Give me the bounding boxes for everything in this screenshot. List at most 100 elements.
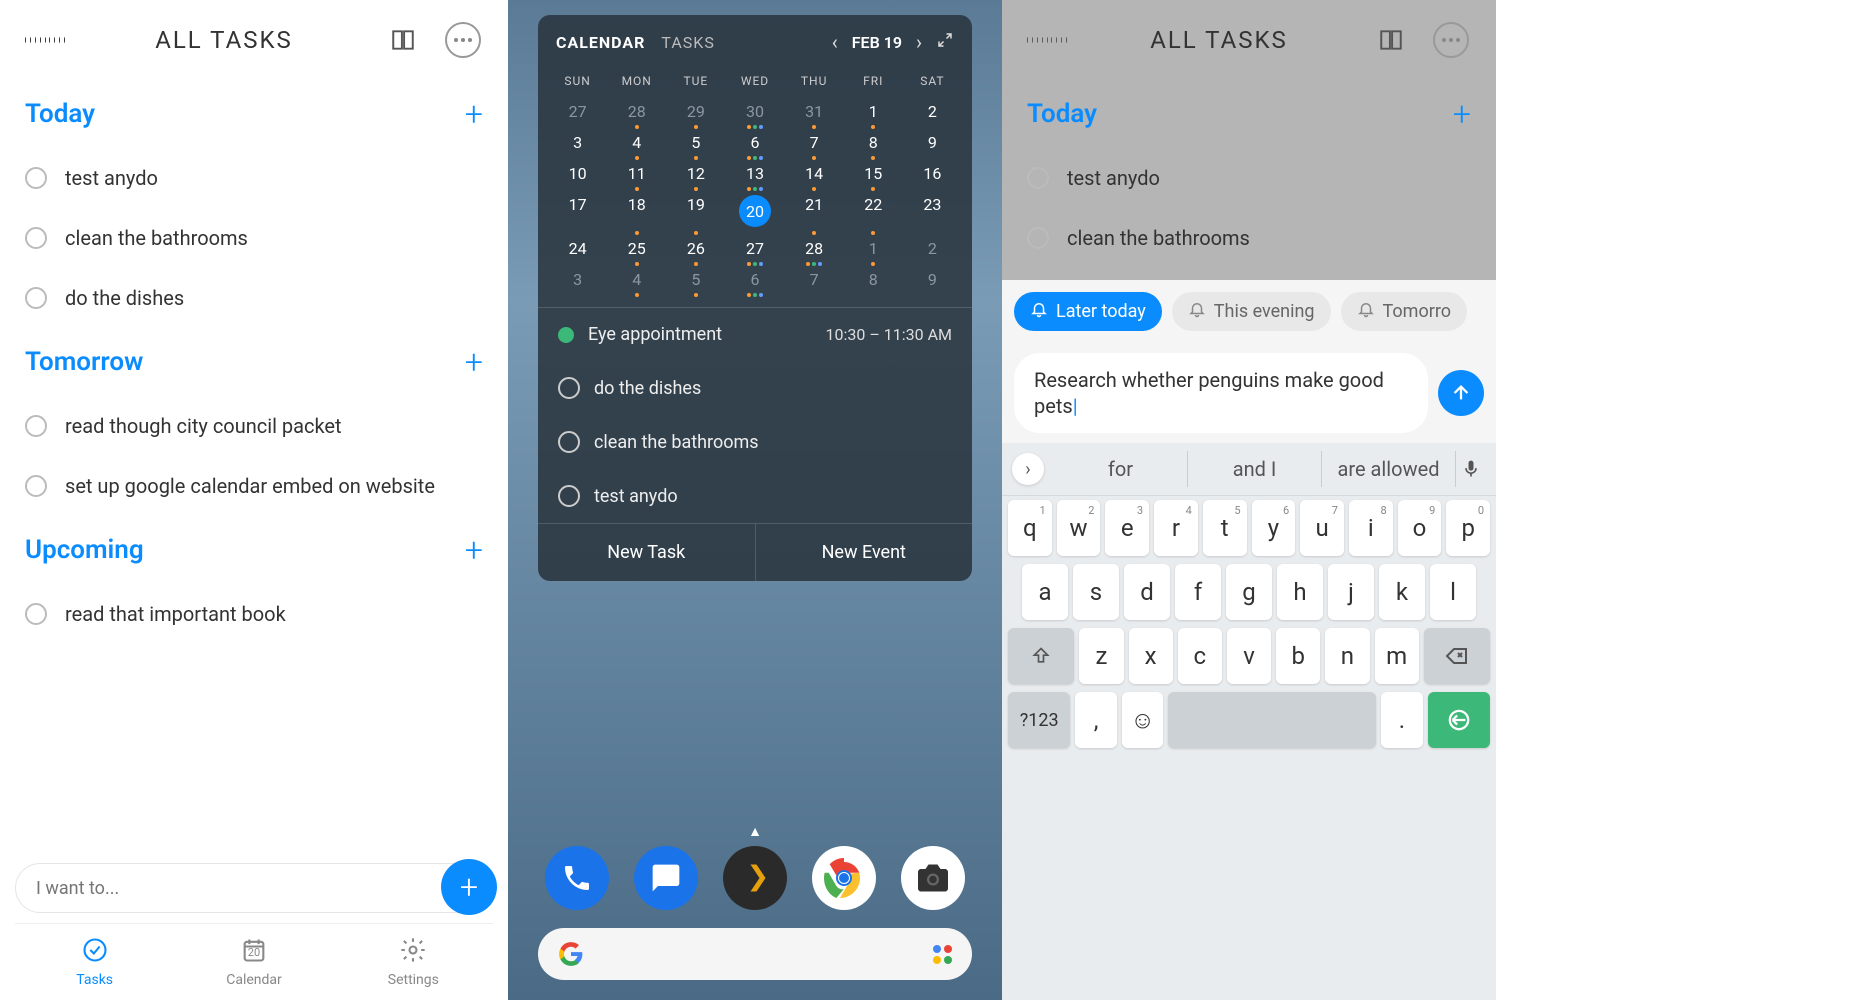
symbols-key[interactable]: ?123 xyxy=(1008,692,1070,748)
day-cell[interactable]: 21 xyxy=(785,189,844,233)
day-cell[interactable]: 6 xyxy=(725,264,784,295)
key-y[interactable]: y6 xyxy=(1252,500,1296,556)
day-cell[interactable]: 27 xyxy=(548,96,607,127)
task-item[interactable]: test anydo xyxy=(25,148,483,208)
key-u[interactable]: u7 xyxy=(1300,500,1344,556)
day-cell[interactable]: 20 xyxy=(725,189,784,233)
plex-app-icon[interactable] xyxy=(723,846,787,910)
key-w[interactable]: w2 xyxy=(1057,500,1101,556)
task-item[interactable]: do the dishes xyxy=(25,268,483,328)
mic-icon[interactable] xyxy=(1456,459,1486,479)
key-g[interactable]: g xyxy=(1226,564,1272,620)
key-c[interactable]: c xyxy=(1178,628,1222,684)
key-j[interactable]: j xyxy=(1328,564,1374,620)
submit-task-button[interactable] xyxy=(1438,370,1484,416)
enter-key[interactable] xyxy=(1428,692,1490,748)
checkbox-icon[interactable] xyxy=(25,167,47,189)
task-item[interactable]: test anydo xyxy=(1027,148,1471,208)
day-cell[interactable]: 6 xyxy=(725,127,784,158)
day-cell[interactable]: 4 xyxy=(607,127,666,158)
widget-tab-tasks[interactable]: TASKS xyxy=(661,33,714,52)
key-s[interactable]: s xyxy=(1073,564,1119,620)
task-item[interactable]: read though city council packet xyxy=(25,396,483,456)
add-section-button[interactable]: + xyxy=(465,95,483,133)
suggestion[interactable]: are allowed xyxy=(1322,451,1456,487)
day-cell[interactable]: 18 xyxy=(607,189,666,233)
key-i[interactable]: i8 xyxy=(1349,500,1393,556)
key-d[interactable]: d xyxy=(1124,564,1170,620)
task-item[interactable]: clean the bathrooms xyxy=(25,208,483,268)
key-z[interactable]: z xyxy=(1079,628,1123,684)
more-menu-button[interactable] xyxy=(1431,20,1471,60)
checkbox-icon[interactable] xyxy=(25,227,47,249)
add-section-button[interactable]: + xyxy=(465,343,483,381)
key-o[interactable]: o9 xyxy=(1398,500,1442,556)
menu-grid-icon[interactable] xyxy=(1027,20,1067,60)
checkbox-icon[interactable] xyxy=(25,287,47,309)
day-cell[interactable]: 11 xyxy=(607,158,666,189)
day-cell[interactable]: 25 xyxy=(607,233,666,264)
day-cell[interactable]: 12 xyxy=(666,158,725,189)
assistant-icon[interactable] xyxy=(933,945,952,964)
key-b[interactable]: b xyxy=(1276,628,1320,684)
day-cell[interactable]: 7 xyxy=(785,264,844,295)
key-k[interactable]: k xyxy=(1379,564,1425,620)
task-item[interactable]: do the dishes xyxy=(538,361,972,415)
day-cell[interactable]: 7 xyxy=(785,127,844,158)
app-drawer-handle[interactable]: ▲ xyxy=(748,823,762,840)
book-icon[interactable] xyxy=(1371,20,1411,60)
expand-suggestions-icon[interactable]: › xyxy=(1012,453,1044,485)
key-p[interactable]: p0 xyxy=(1446,500,1490,556)
key-m[interactable]: m xyxy=(1375,628,1419,684)
new-task-button[interactable]: New Task xyxy=(538,524,756,581)
day-cell[interactable]: 9 xyxy=(903,127,962,158)
phone-app-icon[interactable] xyxy=(545,846,609,910)
key-t[interactable]: t5 xyxy=(1203,500,1247,556)
widget-tab-calendar[interactable]: CALENDAR xyxy=(556,33,645,52)
key-l[interactable]: l xyxy=(1430,564,1476,620)
day-cell[interactable]: 10 xyxy=(548,158,607,189)
day-cell[interactable]: 9 xyxy=(903,264,962,295)
key-q[interactable]: q1 xyxy=(1008,500,1052,556)
day-cell[interactable]: 5 xyxy=(666,264,725,295)
day-cell[interactable]: 26 xyxy=(666,233,725,264)
day-cell[interactable]: 1 xyxy=(844,233,903,264)
google-search-bar[interactable] xyxy=(538,928,972,980)
key-n[interactable]: n xyxy=(1325,628,1369,684)
comma-key[interactable]: , xyxy=(1075,692,1117,748)
key-a[interactable]: a xyxy=(1022,564,1068,620)
add-section-button[interactable]: + xyxy=(1453,95,1471,133)
checkbox-icon[interactable] xyxy=(25,415,47,437)
menu-grid-icon[interactable] xyxy=(25,20,65,60)
day-cell[interactable]: 28 xyxy=(607,96,666,127)
event-item[interactable]: Eye appointment10:30 – 11:30 AM xyxy=(538,308,972,361)
tab-tasks[interactable]: Tasks xyxy=(15,924,174,1000)
checkbox-icon[interactable] xyxy=(1027,167,1049,189)
new-task-input[interactable]: Research whether penguins make good pets… xyxy=(1014,353,1428,433)
day-cell[interactable]: 22 xyxy=(844,189,903,233)
day-cell[interactable]: 3 xyxy=(548,264,607,295)
suggestion[interactable]: and I xyxy=(1188,451,1322,487)
day-cell[interactable]: 30 xyxy=(725,96,784,127)
prev-month-icon[interactable]: ‹ xyxy=(832,30,838,54)
chrome-app-icon[interactable] xyxy=(812,846,876,910)
suggestion[interactable]: for xyxy=(1054,451,1188,487)
more-menu-button[interactable] xyxy=(443,20,483,60)
day-cell[interactable]: 17 xyxy=(548,189,607,233)
reminder-chip[interactable]: This evening xyxy=(1172,292,1331,331)
period-key[interactable]: . xyxy=(1381,692,1423,748)
day-cell[interactable]: 28 xyxy=(785,233,844,264)
reminder-chip[interactable]: Tomorro xyxy=(1341,292,1467,331)
day-cell[interactable]: 13 xyxy=(725,158,784,189)
shift-key[interactable] xyxy=(1008,628,1074,684)
day-cell[interactable]: 2 xyxy=(903,233,962,264)
day-cell[interactable]: 1 xyxy=(844,96,903,127)
day-cell[interactable]: 5 xyxy=(666,127,725,158)
checkbox-icon[interactable] xyxy=(1027,227,1049,249)
quick-add-field[interactable] xyxy=(36,878,472,899)
day-cell[interactable]: 2 xyxy=(903,96,962,127)
day-cell[interactable]: 23 xyxy=(903,189,962,233)
tab-calendar[interactable]: 20Calendar xyxy=(174,924,333,1000)
reminder-chip[interactable]: Later today xyxy=(1014,292,1162,331)
key-e[interactable]: e3 xyxy=(1105,500,1149,556)
